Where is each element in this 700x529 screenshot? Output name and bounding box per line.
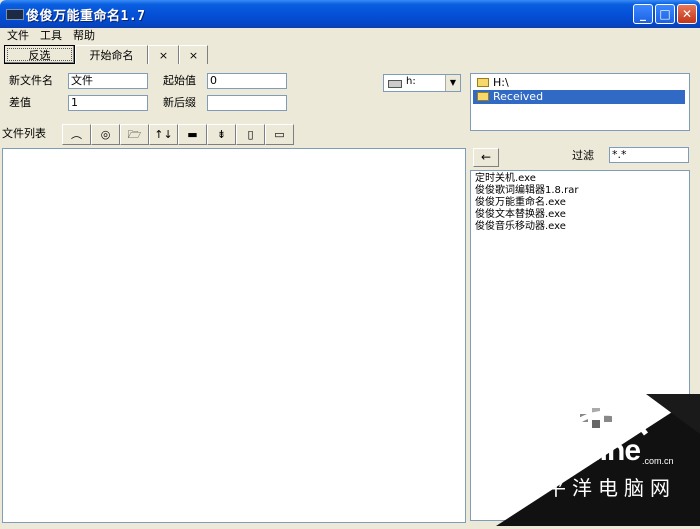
menu-tools[interactable]: 工具: [40, 28, 62, 44]
directory-tree[interactable]: H:\ Received: [470, 73, 690, 131]
folder-open-icon: [477, 78, 489, 87]
watermark-domain: .com.cn: [642, 456, 674, 466]
collapse-button[interactable]: ︵: [62, 124, 91, 145]
suffix-label: 新后缀: [163, 96, 196, 109]
watermark-brand: PConline: [518, 434, 641, 467]
list-item[interactable]: 俊俊文本替换器.exe: [475, 209, 566, 221]
close-button[interactable]: ✕: [677, 4, 697, 24]
drive-select[interactable]: h: ▼: [383, 74, 461, 92]
menu-help[interactable]: 帮助: [73, 28, 95, 44]
folder-icon: [477, 92, 489, 101]
diff-input[interactable]: 1: [68, 95, 148, 111]
start-value-input[interactable]: 0: [207, 73, 287, 89]
filter-input[interactable]: *.*: [609, 147, 689, 163]
title-bar[interactable]: 俊俊万能重命名1.7 _ □ ✕: [0, 0, 700, 28]
watermark: PConline .com.cn 太平洋电脑网: [496, 394, 700, 526]
dir-item-root[interactable]: H:\: [473, 76, 685, 90]
page-down-icon[interactable]: ⇟: [207, 124, 236, 145]
action-tabs: 反选 开始命名 × ×: [0, 44, 700, 66]
drive-value: h:: [406, 76, 416, 87]
maximize-button[interactable]: □: [655, 4, 675, 24]
minimize-button[interactable]: _: [633, 4, 653, 24]
move-up-down-icon[interactable]: ↑↓: [149, 124, 178, 145]
list-item[interactable]: 定时关机.exe: [475, 173, 536, 185]
new-name-input[interactable]: 文件: [68, 73, 148, 89]
app-icon: [6, 9, 24, 20]
start-rename-button[interactable]: 开始命名: [75, 45, 148, 64]
menu-bar: 文件 工具 帮助: [0, 28, 700, 44]
chevron-down-icon[interactable]: ▼: [445, 75, 460, 91]
tab-close-1[interactable]: ×: [148, 45, 179, 64]
list-item[interactable]: 俊俊万能重命名.exe: [475, 197, 566, 209]
diff-label: 差值: [9, 96, 31, 109]
filter-label: 过滤: [572, 149, 594, 162]
dir-item-label: H:\: [493, 76, 509, 89]
app-window: 俊俊万能重命名1.7 _ □ ✕ 文件 工具 帮助 反选 开始命名 × × 新文…: [0, 0, 700, 526]
file-list-label: 文件列表: [2, 127, 46, 140]
target-icon[interactable]: ◎: [91, 124, 120, 145]
file-icon[interactable]: ▯: [236, 124, 265, 145]
list-item[interactable]: 俊俊音乐移动器.exe: [475, 221, 566, 233]
list-item[interactable]: 俊俊歌词编辑器1.8.rar: [475, 185, 578, 197]
open-folder-icon[interactable]: 🗁: [120, 124, 149, 145]
new-name-label: 新文件名: [9, 74, 53, 87]
folder-icon[interactable]: ▭: [265, 124, 294, 145]
invert-select-button[interactable]: 反选: [4, 45, 75, 64]
menu-file[interactable]: 文件: [7, 28, 29, 44]
suffix-input[interactable]: [207, 95, 287, 111]
file-list[interactable]: [2, 148, 466, 523]
dir-item-label: Received: [493, 90, 544, 103]
start-value-label: 起始值: [163, 74, 196, 87]
window-title: 俊俊万能重命名1.7: [26, 9, 146, 24]
watermark-cn: 太平洋电脑网: [520, 478, 676, 500]
drive-icon: [388, 80, 402, 88]
back-arrow-icon[interactable]: ←: [473, 148, 499, 167]
tab-close-2[interactable]: ×: [179, 45, 208, 64]
dir-item-received[interactable]: Received: [473, 90, 685, 104]
bar-icon[interactable]: ▬: [178, 124, 207, 145]
